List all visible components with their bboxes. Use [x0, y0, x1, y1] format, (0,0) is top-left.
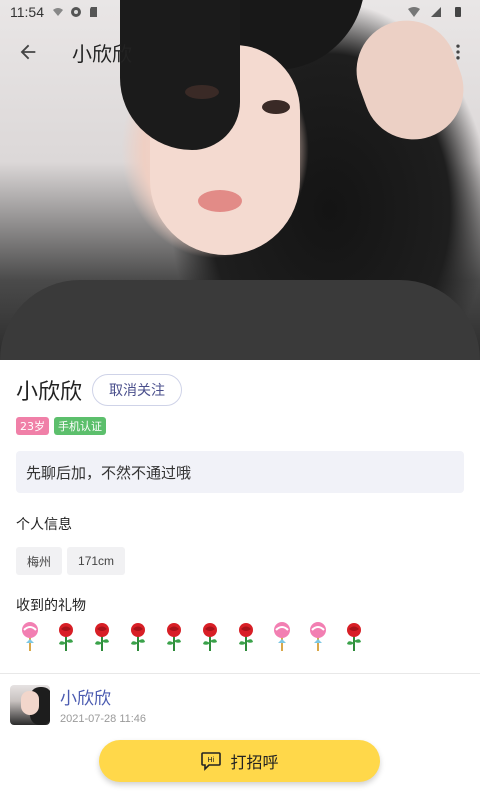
phone-verified-badge: 手机认证 — [54, 417, 106, 435]
rose-icon — [88, 620, 116, 654]
greet-button[interactable]: Hi 打招呼 — [99, 740, 380, 782]
personal-info-tags: 梅州 171cm — [16, 547, 126, 575]
toolbar: 小欣欣 — [0, 24, 480, 80]
gifts-list — [16, 620, 368, 654]
photo-lips — [198, 190, 242, 212]
rose-icon — [52, 620, 80, 654]
lollipop-icon — [268, 620, 296, 654]
gifts-title: 收到的礼物 — [16, 598, 86, 614]
age-badge: 23岁 — [16, 417, 49, 435]
svg-text:Hi: Hi — [208, 756, 215, 764]
avatar-face — [21, 690, 39, 715]
tag-height: 171cm — [67, 547, 126, 575]
profile-badges: 23岁 手机认证 — [16, 417, 106, 435]
divider — [0, 673, 480, 674]
moment-time: 2021-07-28 11:46 — [60, 713, 147, 725]
status-time: 11:54 — [10, 4, 44, 20]
rose-icon — [196, 620, 224, 654]
photo-eye-right — [262, 100, 290, 114]
hi-bubble-icon: Hi — [201, 752, 222, 771]
status-bar: 11:54 — [0, 0, 480, 24]
more-vert-icon — [456, 44, 460, 60]
unfollow-button[interactable]: 取消关注 — [92, 374, 183, 406]
lollipop-icon — [304, 620, 332, 654]
avatar[interactable] — [10, 684, 50, 725]
moment-author[interactable]: 小欣欣 — [60, 684, 146, 709]
wifi-icon — [408, 7, 420, 17]
rose-icon — [232, 620, 260, 654]
lollipop-icon — [16, 620, 44, 654]
more-options-button[interactable] — [436, 24, 480, 80]
moment-item[interactable]: 小欣欣 2021-07-28 11:46 — [10, 684, 146, 725]
personal-info-title: 个人信息 — [16, 517, 72, 533]
profile-header: 小欣欣 取消关注 — [16, 374, 183, 406]
battery-icon — [455, 7, 461, 17]
rose-icon — [340, 620, 368, 654]
rose-icon — [124, 620, 152, 654]
greet-label: 打招呼 — [230, 753, 279, 772]
signal-icon — [431, 7, 441, 17]
back-button[interactable] — [0, 24, 56, 80]
rose-icon — [160, 620, 188, 654]
toolbar-title: 小欣欣 — [72, 41, 132, 66]
back-arrow-icon — [20, 44, 36, 60]
sd-card-icon — [90, 7, 97, 17]
photo-eye-left — [185, 85, 219, 99]
profile-bio: 先聊后加，不然不通过哦 — [16, 451, 464, 493]
sync-icon — [71, 7, 81, 17]
wifi-status-icon — [53, 8, 63, 16]
moment-meta: 小欣欣 2021-07-28 11:46 — [60, 684, 146, 725]
status-right — [408, 6, 470, 18]
photo-shirt — [0, 280, 480, 360]
profile-name: 小欣欣 — [16, 380, 83, 405]
tag-city: 梅州 — [16, 547, 63, 575]
